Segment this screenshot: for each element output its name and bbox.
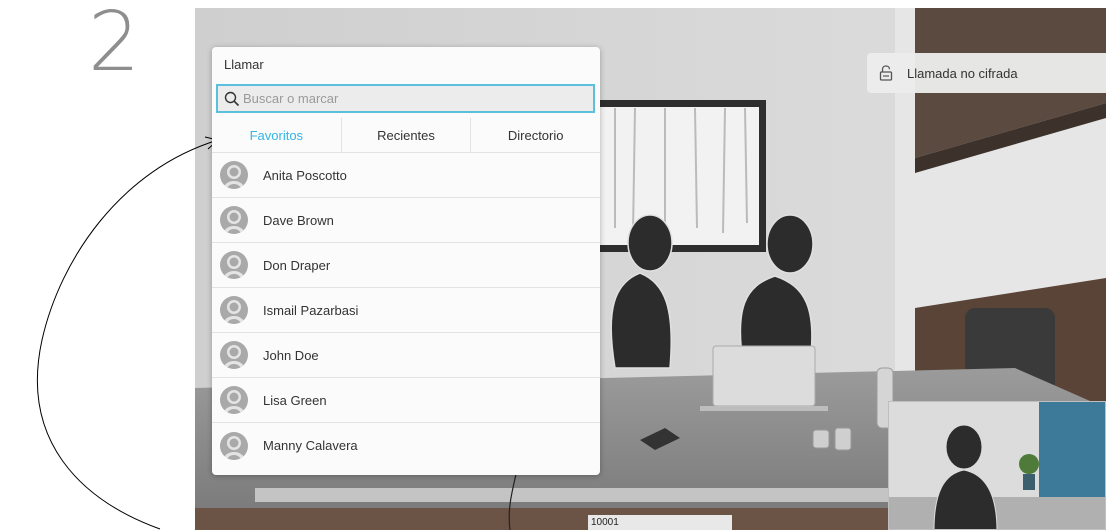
- avatar: [220, 431, 248, 460]
- avatar: [220, 251, 248, 279]
- search-icon: [224, 91, 240, 107]
- self-view-label: 10001: [588, 515, 732, 530]
- avatar: [220, 341, 248, 369]
- search-box[interactable]: [216, 84, 595, 113]
- contact-item[interactable]: Manny Calavera: [212, 423, 600, 468]
- avatar: [220, 206, 248, 234]
- avatar: [220, 296, 248, 324]
- self-view[interactable]: [888, 401, 1106, 530]
- contact-item[interactable]: Anita Poscotto: [212, 153, 600, 198]
- contact-name: Ismail Pazarbasi: [263, 302, 359, 318]
- avatar: [220, 386, 248, 414]
- call-panel: Llamar Favoritos Recientes Directorio An…: [212, 47, 600, 475]
- tab-bar: Favoritos Recientes Directorio: [212, 118, 600, 153]
- contact-item[interactable]: Don Draper: [212, 243, 600, 288]
- contact-list: Anita Poscotto Dave Brown Don Draper Ism…: [212, 153, 600, 468]
- contact-name: John Doe: [263, 347, 319, 363]
- call-security-status: Llamada no cifrada: [867, 53, 1106, 93]
- contact-item[interactable]: Ismail Pazarbasi: [212, 288, 600, 333]
- contact-name: Don Draper: [263, 257, 331, 273]
- contact-name: Dave Brown: [263, 212, 334, 228]
- avatar: [220, 161, 248, 189]
- tab-recientes[interactable]: Recientes: [342, 118, 472, 152]
- contact-item[interactable]: John Doe: [212, 333, 600, 378]
- unlocked-padlock-icon: [879, 65, 893, 81]
- contact-item[interactable]: Dave Brown: [212, 198, 600, 243]
- contact-name: Anita Poscotto: [263, 167, 347, 183]
- panel-title: Llamar: [224, 57, 264, 72]
- security-label: Llamada no cifrada: [907, 65, 1018, 81]
- search-input[interactable]: [243, 91, 573, 106]
- tab-directorio[interactable]: Directorio: [471, 118, 600, 152]
- tab-favoritos[interactable]: Favoritos: [212, 118, 342, 152]
- contact-item[interactable]: Lisa Green: [212, 378, 600, 423]
- contact-name: Manny Calavera: [263, 438, 358, 453]
- contact-name: Lisa Green: [263, 392, 327, 408]
